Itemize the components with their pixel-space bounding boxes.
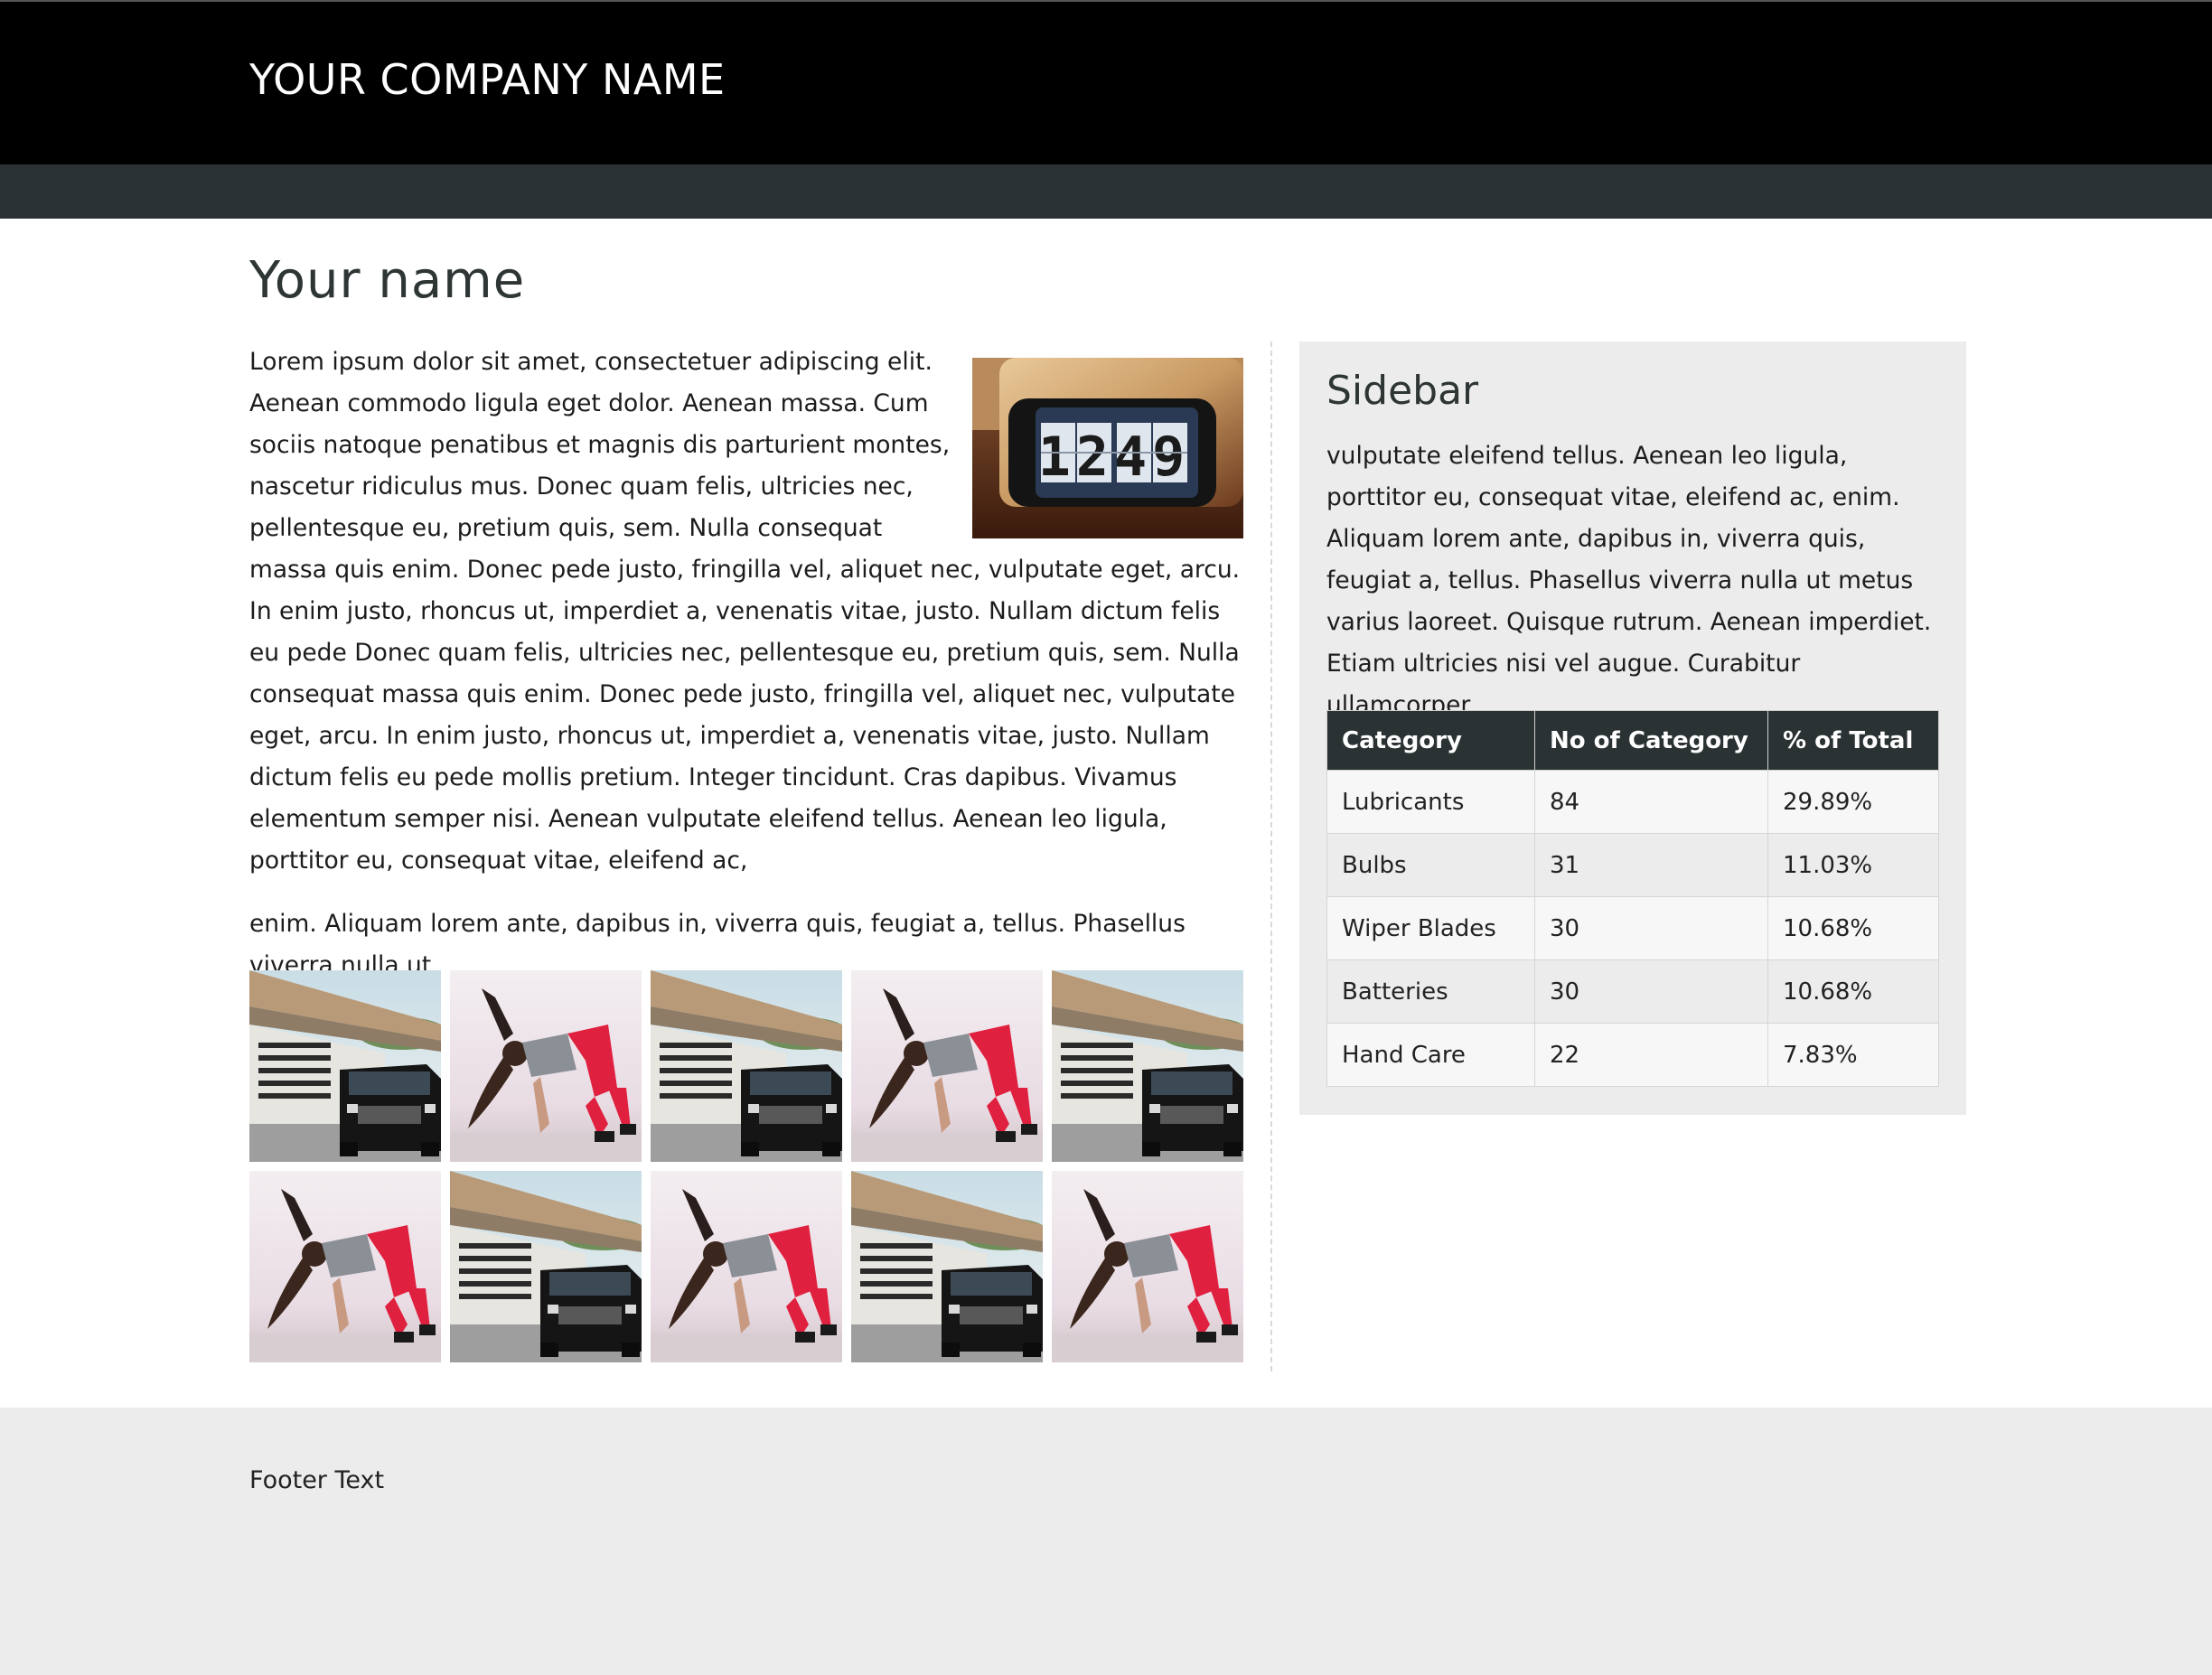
site-footer: Footer Text	[0, 1408, 2212, 1675]
page-title: Your name	[249, 251, 526, 310]
table-header-row: Category No of Category % of Total	[1326, 710, 1939, 771]
column-header-count[interactable]: No of Category	[1534, 710, 1768, 771]
cell-count: 84	[1534, 770, 1768, 834]
sidebar: Sidebar vulputate eleifend tellus. Aenea…	[1299, 342, 1966, 1115]
cell-category: Batteries	[1326, 959, 1535, 1024]
clock-image: 1249	[972, 358, 1243, 538]
gallery-thumb-car[interactable]	[249, 970, 441, 1162]
table-row: Hand Care 22 7.83%	[1326, 1023, 1939, 1087]
gallery-thumb-dancer[interactable]	[1052, 1171, 1243, 1362]
company-name-logo[interactable]: YOUR COMPANY NAME	[249, 54, 726, 105]
cell-category: Hand Care	[1326, 1023, 1535, 1087]
cell-count: 30	[1534, 959, 1768, 1024]
cell-percent: 29.89%	[1767, 770, 1939, 834]
gallery-thumb-car[interactable]	[1052, 970, 1243, 1162]
gallery-thumb-dancer[interactable]	[249, 1171, 441, 1362]
sidebar-title: Sidebar	[1326, 368, 1479, 414]
cell-count: 22	[1534, 1023, 1768, 1087]
gallery-thumb-dancer[interactable]	[851, 970, 1043, 1162]
gallery-thumb-dancer[interactable]	[450, 970, 642, 1162]
footer-text: Footer Text	[249, 1466, 385, 1494]
cell-category: Bulbs	[1326, 833, 1535, 897]
cell-count: 30	[1534, 896, 1768, 960]
main-content: 1249 Lorem ipsum dolor sit amet, consect…	[249, 342, 1243, 987]
column-header-percent[interactable]: % of Total	[1767, 710, 1939, 771]
cell-count: 31	[1534, 833, 1768, 897]
table-row: Wiper Blades 30 10.68%	[1326, 896, 1939, 960]
gallery-thumb-car[interactable]	[450, 1171, 642, 1362]
sidebar-text: vulputate eleifend tellus. Aenean leo li…	[1326, 442, 1932, 719]
category-table: Category No of Category % of Total Lubri…	[1326, 710, 1939, 1087]
cell-percent: 10.68%	[1767, 896, 1939, 960]
column-divider	[1270, 342, 1272, 1371]
table-row: Batteries 30 10.68%	[1326, 959, 1939, 1024]
cell-percent: 7.83%	[1767, 1023, 1939, 1087]
cell-percent: 10.68%	[1767, 959, 1939, 1024]
image-gallery	[249, 970, 1243, 1362]
gallery-thumb-car[interactable]	[851, 1171, 1043, 1362]
navigation-bar	[0, 164, 2212, 219]
gallery-thumb-car[interactable]	[651, 970, 842, 1162]
column-header-category[interactable]: Category	[1326, 710, 1535, 771]
body-paragraph: 1249 Lorem ipsum dolor sit amet, consect…	[249, 342, 1243, 882]
gallery-thumb-dancer[interactable]	[651, 1171, 842, 1362]
table-row: Lubricants 84 29.89%	[1326, 770, 1939, 834]
cell-percent: 11.03%	[1767, 833, 1939, 897]
clock-digits: 1249	[1038, 426, 1191, 489]
cell-category: Lubricants	[1326, 770, 1535, 834]
table-row: Bulbs 31 11.03%	[1326, 833, 1939, 897]
site-header: YOUR COMPANY NAME	[0, 2, 2212, 164]
cell-category: Wiper Blades	[1326, 896, 1535, 960]
